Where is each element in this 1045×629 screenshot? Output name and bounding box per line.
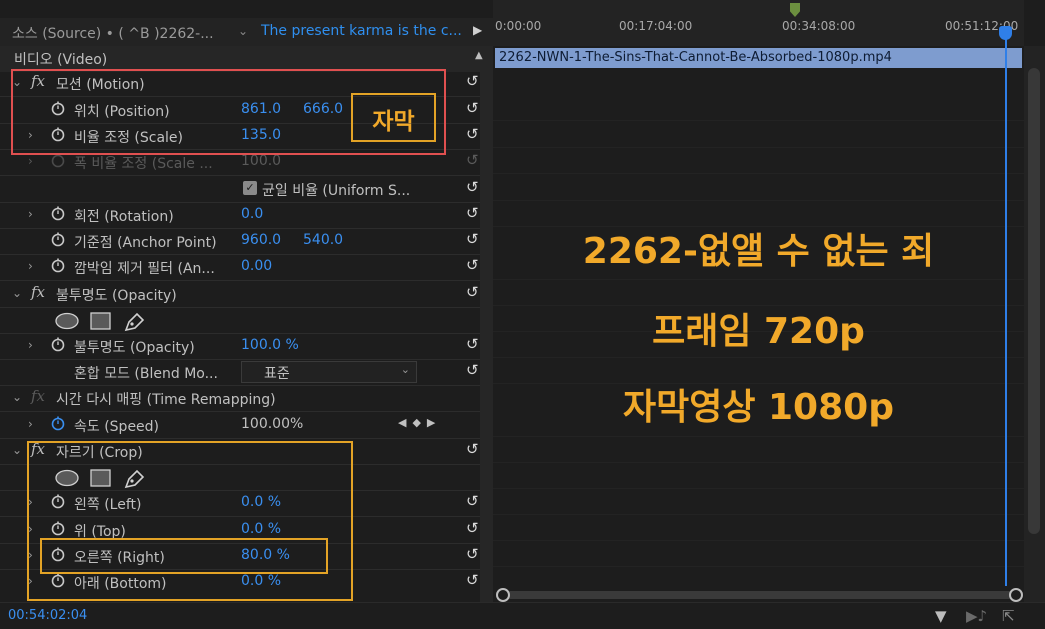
fx-icon[interactable]: fx xyxy=(31,283,45,301)
ruler-tick-0: 0:00:00 xyxy=(495,19,542,33)
reset-icon[interactable]: ↺ xyxy=(466,125,479,143)
clip-name: 2262-NWN-1-The-Sins-That-Cannot-Be-Absor… xyxy=(499,50,892,65)
speed-value[interactable]: 100.00% xyxy=(241,416,303,432)
reset-icon[interactable]: ↺ xyxy=(466,545,479,563)
anchor-point-row: 기준점 (Anchor Point) 960.0 540.0 ↺ xyxy=(0,228,480,254)
crop-highlight-box xyxy=(27,441,353,601)
reset-icon: ↺ xyxy=(466,151,479,169)
stopwatch-icon[interactable] xyxy=(50,231,66,247)
reset-icon[interactable]: ↺ xyxy=(466,519,479,537)
chevron-down-icon[interactable]: ⌄ xyxy=(12,443,22,457)
opacity-effect-row[interactable]: ⌄ fx 불투명도 (Opacity) ↺ xyxy=(0,281,480,307)
reset-icon[interactable]: ↺ xyxy=(466,571,479,589)
scroll-end-handle[interactable] xyxy=(1009,588,1023,602)
clip-bar[interactable]: 2262-NWN-1-The-Sins-That-Cannot-Be-Absor… xyxy=(495,48,1022,68)
reset-icon[interactable]: ↺ xyxy=(466,492,479,510)
blend-mode-row: 혼합 모드 (Blend Mo... 표준 ⌄ ↺ xyxy=(74,361,479,383)
uniform-scale-row: ✓ 균일 비율 (Uniform S... ↺ xyxy=(0,176,480,202)
reset-icon[interactable]: ↺ xyxy=(466,361,479,379)
scroll-up-icon[interactable]: ▲ xyxy=(475,50,483,61)
stopwatch-icon[interactable] xyxy=(50,415,66,431)
reset-icon[interactable]: ↺ xyxy=(466,204,479,222)
chevron-down-icon[interactable]: ⌄ xyxy=(12,390,22,404)
source-tab-caret[interactable]: ⌄ xyxy=(238,24,248,38)
footer-bar xyxy=(0,602,1045,629)
chevron-right-icon[interactable]: › xyxy=(28,207,33,221)
chevron-down-icon: ⌄ xyxy=(400,363,410,376)
timeline-vertical-scrollbar[interactable] xyxy=(1024,46,1045,602)
anti-flicker-row: › 깜박임 제거 필터 (An... 0.00 ↺ xyxy=(28,256,479,277)
chevron-right-icon[interactable]: › xyxy=(28,259,33,273)
chevron-right-icon[interactable]: › xyxy=(28,417,33,431)
rectangle-mask-icon[interactable] xyxy=(90,312,112,330)
anti-flicker-value[interactable]: 0.00 xyxy=(241,258,272,274)
time-ruler[interactable]: 0:00:00 00:17:04:00 00:34:08:00 00:51:12… xyxy=(493,0,1024,46)
opacity-mask-tools-row xyxy=(0,307,480,333)
opacity-value[interactable]: 100.0 % xyxy=(241,337,299,353)
play-icon[interactable]: ▶ xyxy=(473,23,482,37)
reset-icon[interactable]: ↺ xyxy=(466,178,479,196)
rotation-row: › 회전 (Rotation) 0.0 ↺ xyxy=(28,204,479,225)
time-remap-effect-row[interactable]: ⌄ fx 시간 다시 매핑 (Time Remapping) xyxy=(0,385,480,411)
ruler-tick-2: 00:34:08:00 xyxy=(782,19,856,33)
anchor-x-value[interactable]: 960.0 xyxy=(241,232,281,248)
stopwatch-icon[interactable] xyxy=(50,205,66,221)
scrollbar-thumb[interactable] xyxy=(1028,68,1040,534)
source-tab[interactable]: 소스 (Source) • ( ^B )2262-... xyxy=(12,23,214,43)
reset-icon[interactable]: ↺ xyxy=(466,72,479,90)
annotation-line-3: 자막영상 1080p xyxy=(623,387,894,428)
playhead-line[interactable] xyxy=(1005,36,1007,586)
opacity-value-row: › 불투명도 (Opacity) 100.0 % ↺ xyxy=(28,335,479,356)
reset-icon[interactable]: ↺ xyxy=(466,335,479,353)
timeline-panel xyxy=(493,0,1045,602)
uniform-scale-checkbox[interactable]: ✓ xyxy=(243,181,257,195)
reset-icon[interactable]: ↺ xyxy=(466,283,479,301)
reset-icon[interactable]: ↺ xyxy=(466,230,479,248)
clip-tab[interactable]: The present karma is the c... xyxy=(261,23,462,39)
chevron-down-icon[interactable]: ⌄ xyxy=(12,286,22,300)
effects-scrollbar[interactable] xyxy=(480,46,493,602)
reset-icon[interactable]: ↺ xyxy=(466,99,479,117)
reset-icon[interactable]: ↺ xyxy=(466,256,479,274)
playhead-handle[interactable] xyxy=(999,26,1012,40)
speed-row: › 속도 (Speed) 100.00% ◀◆▶ xyxy=(28,415,442,435)
reset-icon[interactable]: ↺ xyxy=(466,440,479,458)
anchor-y-value[interactable]: 540.0 xyxy=(303,232,343,248)
crop-right-highlight-box xyxy=(40,538,328,574)
subtitle-tag-box: 자막 xyxy=(351,93,436,142)
annotation-line-1: 2262-없앨 수 없는 죄 xyxy=(582,231,935,272)
filter-icon[interactable]: ▼ xyxy=(935,607,947,625)
chevron-right-icon: › xyxy=(28,154,33,168)
current-timecode[interactable]: 00:54:02:04 xyxy=(8,608,87,623)
timeline-horizontal-scrollbar[interactable] xyxy=(496,588,1023,602)
blend-mode-select[interactable]: 표준 ⌄ xyxy=(241,361,417,383)
fx-icon: fx xyxy=(31,387,46,405)
play-audio-icon[interactable]: ▶♪ xyxy=(966,607,987,625)
ruler-tick-1: 00:17:04:00 xyxy=(619,19,693,33)
pen-mask-icon[interactable] xyxy=(123,312,145,332)
export-icon[interactable]: ⇱ xyxy=(1002,607,1015,625)
keyframe-nav-icons[interactable]: ◀◆▶ xyxy=(398,416,441,429)
rotation-value[interactable]: 0.0 xyxy=(241,206,263,222)
stopwatch-icon[interactable] xyxy=(50,336,66,352)
annotation-line-2: 프래임 720p xyxy=(652,311,865,352)
chevron-right-icon[interactable]: › xyxy=(28,338,33,352)
stopwatch-icon[interactable] xyxy=(50,257,66,273)
scroll-start-handle[interactable] xyxy=(496,588,510,602)
ellipse-mask-icon[interactable] xyxy=(55,312,79,330)
